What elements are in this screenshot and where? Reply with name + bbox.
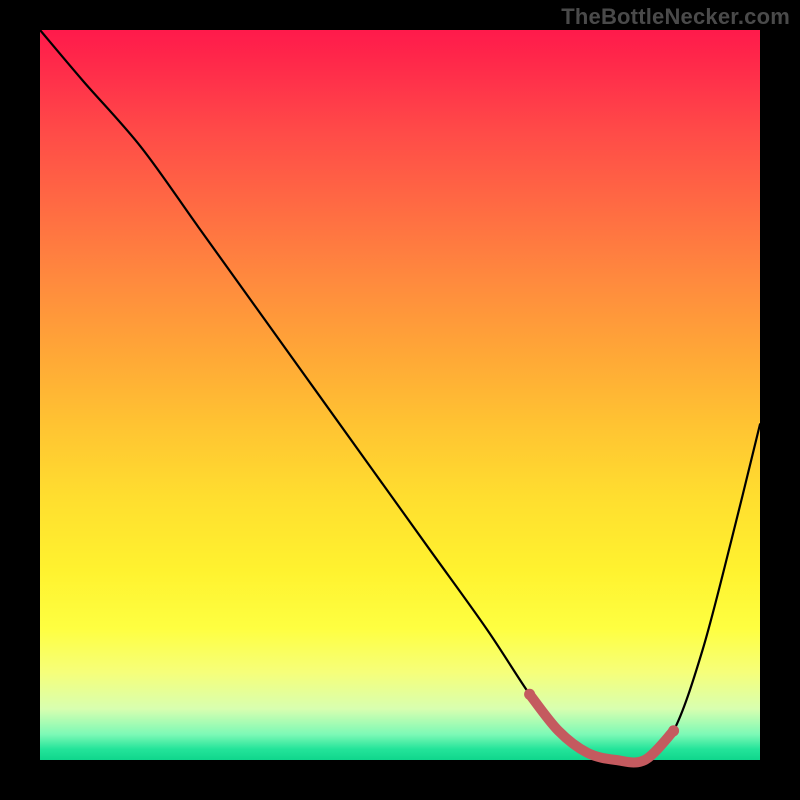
plot-area: [40, 30, 760, 760]
optimal-range-dot: [668, 725, 679, 736]
optimal-range-dot: [524, 689, 535, 700]
bottleneck-curve: [40, 30, 760, 762]
optimal-range-highlight: [530, 694, 674, 762]
chart-frame: TheBottleNecker.com: [0, 0, 800, 800]
watermark-text: TheBottleNecker.com: [561, 4, 790, 30]
chart-overlay: [40, 30, 760, 760]
